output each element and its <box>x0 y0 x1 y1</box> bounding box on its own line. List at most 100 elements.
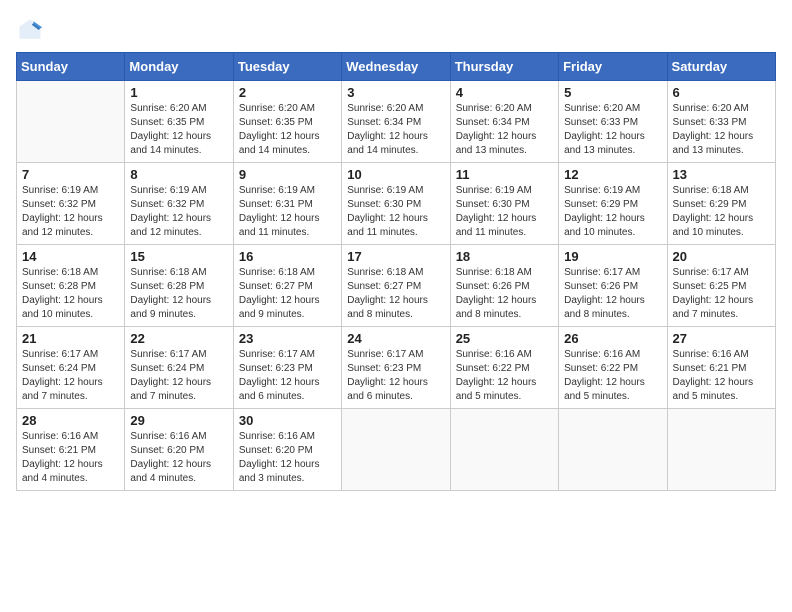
calendar-cell: 23 Sunrise: 6:17 AM Sunset: 6:23 PM Dayli… <box>233 327 341 409</box>
day-info: Sunrise: 6:16 AM Sunset: 6:22 PM Dayligh… <box>564 348 661 404</box>
day-info: Sunrise: 6:18 AM Sunset: 6:27 PM Dayligh… <box>239 266 336 322</box>
day-number: 14 <box>22 249 119 264</box>
calendar-cell <box>667 409 775 491</box>
day-number: 29 <box>130 413 227 428</box>
weekday-header: Monday <box>125 53 233 81</box>
day-number: 5 <box>564 85 661 100</box>
calendar-cell: 9 Sunrise: 6:19 AM Sunset: 6:31 PM Daylig… <box>233 163 341 245</box>
calendar-week-row: 28 Sunrise: 6:16 AM Sunset: 6:21 PM Dayli… <box>17 409 776 491</box>
calendar-cell: 5 Sunrise: 6:20 AM Sunset: 6:33 PM Daylig… <box>559 81 667 163</box>
day-number: 26 <box>564 331 661 346</box>
calendar-cell: 22 Sunrise: 6:17 AM Sunset: 6:24 PM Dayli… <box>125 327 233 409</box>
calendar-cell: 11Sunrise: 6:19 AM Sunset: 6:30 PM Dayli… <box>450 163 558 245</box>
day-info: Sunrise: 6:20 AM Sunset: 6:33 PM Dayligh… <box>564 102 661 158</box>
day-number: 13 <box>673 167 770 182</box>
calendar-cell: 19 Sunrise: 6:17 AM Sunset: 6:26 PM Dayli… <box>559 245 667 327</box>
day-number: 24 <box>347 331 444 346</box>
day-info: Sunrise: 6:18 AM Sunset: 6:28 PM Dayligh… <box>22 266 119 322</box>
calendar-cell: 16 Sunrise: 6:18 AM Sunset: 6:27 PM Dayli… <box>233 245 341 327</box>
weekday-header: Sunday <box>17 53 125 81</box>
day-info: Sunrise: 6:17 AM Sunset: 6:25 PM Dayligh… <box>673 266 770 322</box>
day-info: Sunrise: 6:17 AM Sunset: 6:24 PM Dayligh… <box>130 348 227 404</box>
calendar-cell: 15Sunrise: 6:18 AM Sunset: 6:28 PM Dayli… <box>125 245 233 327</box>
day-number: 17 <box>347 249 444 264</box>
day-info: Sunrise: 6:19 AM Sunset: 6:29 PM Dayligh… <box>564 184 661 240</box>
day-number: 12 <box>564 167 661 182</box>
day-number: 27 <box>673 331 770 346</box>
day-number: 20 <box>673 249 770 264</box>
day-number: 19 <box>564 249 661 264</box>
calendar-cell: 21Sunrise: 6:17 AM Sunset: 6:24 PM Dayli… <box>17 327 125 409</box>
weekday-header: Friday <box>559 53 667 81</box>
calendar-week-row: 7 Sunrise: 6:19 AM Sunset: 6:32 PM Daylig… <box>17 163 776 245</box>
day-info: Sunrise: 6:16 AM Sunset: 6:22 PM Dayligh… <box>456 348 553 404</box>
day-info: Sunrise: 6:17 AM Sunset: 6:26 PM Dayligh… <box>564 266 661 322</box>
calendar-cell <box>342 409 450 491</box>
calendar-cell: 26 Sunrise: 6:16 AM Sunset: 6:22 PM Dayli… <box>559 327 667 409</box>
calendar-cell <box>559 409 667 491</box>
calendar-cell: 7 Sunrise: 6:19 AM Sunset: 6:32 PM Daylig… <box>17 163 125 245</box>
day-number: 10 <box>347 167 444 182</box>
calendar-cell: 2 Sunrise: 6:20 AM Sunset: 6:35 PM Daylig… <box>233 81 341 163</box>
day-number: 28 <box>22 413 119 428</box>
day-info: Sunrise: 6:17 AM Sunset: 6:24 PM Dayligh… <box>22 348 119 404</box>
weekday-header: Wednesday <box>342 53 450 81</box>
day-info: Sunrise: 6:16 AM Sunset: 6:20 PM Dayligh… <box>239 430 336 486</box>
day-info: Sunrise: 6:17 AM Sunset: 6:23 PM Dayligh… <box>239 348 336 404</box>
day-info: Sunrise: 6:18 AM Sunset: 6:29 PM Dayligh… <box>673 184 770 240</box>
calendar-week-row: 14 Sunrise: 6:18 AM Sunset: 6:28 PM Dayli… <box>17 245 776 327</box>
day-number: 18 <box>456 249 553 264</box>
calendar-cell: 8 Sunrise: 6:19 AM Sunset: 6:32 PM Daylig… <box>125 163 233 245</box>
day-number: 16 <box>239 249 336 264</box>
calendar-cell: 12 Sunrise: 6:19 AM Sunset: 6:29 PM Dayli… <box>559 163 667 245</box>
day-number: 30 <box>239 413 336 428</box>
day-info: Sunrise: 6:19 AM Sunset: 6:32 PM Dayligh… <box>130 184 227 240</box>
day-number: 11 <box>456 167 553 182</box>
day-info: Sunrise: 6:19 AM Sunset: 6:32 PM Dayligh… <box>22 184 119 240</box>
weekday-header: Thursday <box>450 53 558 81</box>
calendar-cell: 14 Sunrise: 6:18 AM Sunset: 6:28 PM Dayli… <box>17 245 125 327</box>
weekday-header: Tuesday <box>233 53 341 81</box>
day-number: 8 <box>130 167 227 182</box>
day-info: Sunrise: 6:19 AM Sunset: 6:31 PM Dayligh… <box>239 184 336 240</box>
calendar-cell: 27 Sunrise: 6:16 AM Sunset: 6:21 PM Dayli… <box>667 327 775 409</box>
day-info: Sunrise: 6:20 AM Sunset: 6:35 PM Dayligh… <box>130 102 227 158</box>
day-number: 23 <box>239 331 336 346</box>
day-number: 9 <box>239 167 336 182</box>
day-info: Sunrise: 6:20 AM Sunset: 6:34 PM Dayligh… <box>347 102 444 158</box>
day-info: Sunrise: 6:20 AM Sunset: 6:35 PM Dayligh… <box>239 102 336 158</box>
day-number: 3 <box>347 85 444 100</box>
calendar-header-row: SundayMondayTuesdayWednesdayThursdayFrid… <box>17 53 776 81</box>
day-info: Sunrise: 6:20 AM Sunset: 6:33 PM Dayligh… <box>673 102 770 158</box>
calendar-cell: 29Sunrise: 6:16 AM Sunset: 6:20 PM Dayli… <box>125 409 233 491</box>
day-number: 2 <box>239 85 336 100</box>
logo <box>16 16 48 44</box>
calendar-cell: 6 Sunrise: 6:20 AM Sunset: 6:33 PM Daylig… <box>667 81 775 163</box>
weekday-header: Saturday <box>667 53 775 81</box>
day-info: Sunrise: 6:18 AM Sunset: 6:27 PM Dayligh… <box>347 266 444 322</box>
day-info: Sunrise: 6:16 AM Sunset: 6:21 PM Dayligh… <box>673 348 770 404</box>
calendar-cell: 13 Sunrise: 6:18 AM Sunset: 6:29 PM Dayli… <box>667 163 775 245</box>
calendar-cell: 25Sunrise: 6:16 AM Sunset: 6:22 PM Dayli… <box>450 327 558 409</box>
day-number: 1 <box>130 85 227 100</box>
day-info: Sunrise: 6:16 AM Sunset: 6:21 PM Dayligh… <box>22 430 119 486</box>
logo-icon <box>16 16 44 44</box>
calendar-table: SundayMondayTuesdayWednesdayThursdayFrid… <box>16 52 776 491</box>
calendar-week-row: 21Sunrise: 6:17 AM Sunset: 6:24 PM Dayli… <box>17 327 776 409</box>
calendar-cell: 24 Sunrise: 6:17 AM Sunset: 6:23 PM Dayli… <box>342 327 450 409</box>
day-info: Sunrise: 6:19 AM Sunset: 6:30 PM Dayligh… <box>347 184 444 240</box>
day-info: Sunrise: 6:18 AM Sunset: 6:28 PM Dayligh… <box>130 266 227 322</box>
day-info: Sunrise: 6:18 AM Sunset: 6:26 PM Dayligh… <box>456 266 553 322</box>
calendar-cell: 4Sunrise: 6:20 AM Sunset: 6:34 PM Daylig… <box>450 81 558 163</box>
day-number: 7 <box>22 167 119 182</box>
day-info: Sunrise: 6:17 AM Sunset: 6:23 PM Dayligh… <box>347 348 444 404</box>
day-number: 6 <box>673 85 770 100</box>
day-number: 22 <box>130 331 227 346</box>
calendar-cell: 17 Sunrise: 6:18 AM Sunset: 6:27 PM Dayli… <box>342 245 450 327</box>
calendar-cell <box>450 409 558 491</box>
page-header <box>16 16 776 44</box>
calendar-cell: 28 Sunrise: 6:16 AM Sunset: 6:21 PM Dayli… <box>17 409 125 491</box>
calendar-cell: 20 Sunrise: 6:17 AM Sunset: 6:25 PM Dayli… <box>667 245 775 327</box>
calendar-cell: 18 Sunrise: 6:18 AM Sunset: 6:26 PM Dayli… <box>450 245 558 327</box>
day-number: 4 <box>456 85 553 100</box>
